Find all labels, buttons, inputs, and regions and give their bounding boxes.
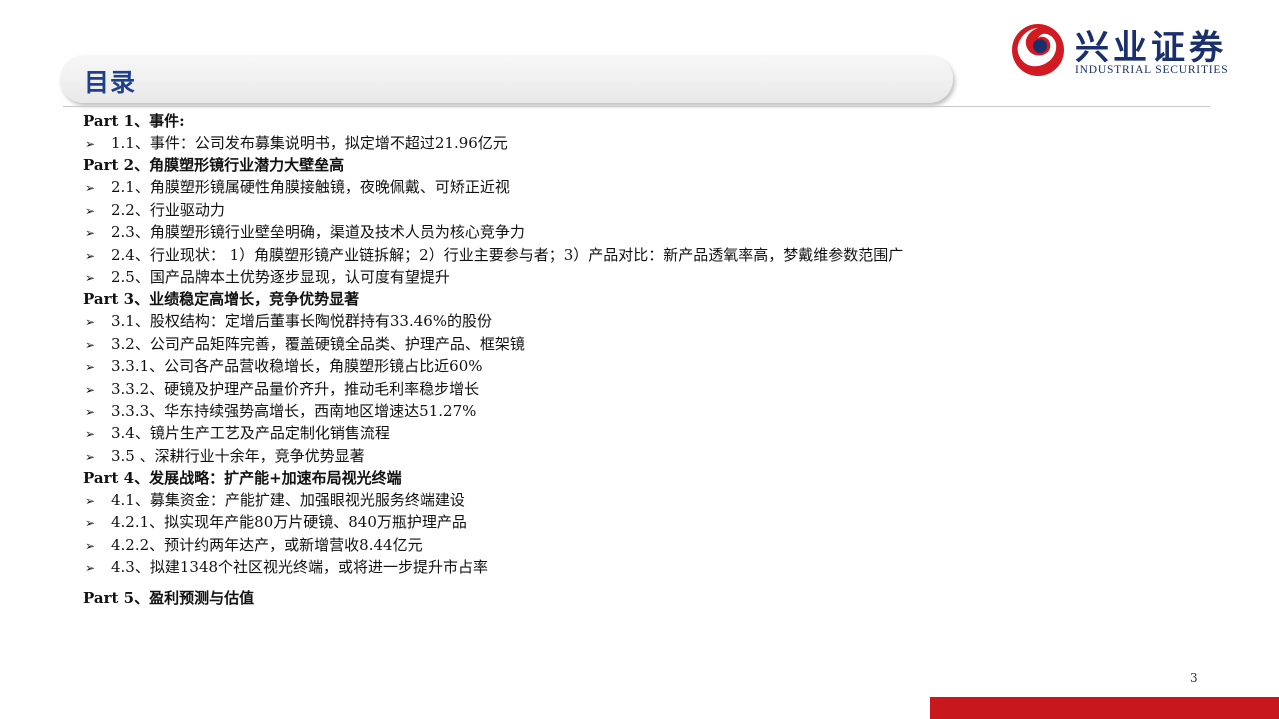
arrow-bullet-icon: ➢ — [85, 203, 96, 218]
arrow-bullet-icon: ➢ — [85, 181, 96, 196]
arrow-bullet-icon: ➢ — [85, 248, 96, 263]
toc-item-2-4[interactable]: ➢ 2.4、行业现状： 1）角膜塑形镜产业链拆解；2）行业主要参与者；3）产品对比… — [83, 244, 1183, 266]
arrow-bullet-icon: ➢ — [85, 561, 96, 576]
toc-item-3-3-3[interactable]: ➢ 3.3.3、华东持续强势高增长，西南地区增速达51.27% — [83, 400, 1183, 422]
toc-item-2-5[interactable]: ➢ 2.5、国产品牌本土优势逐步显现，认可度有望提升 — [83, 266, 1183, 288]
table-of-contents: Part 1、事件: ➢ 1.1、事件：公司发布募集说明书，拟定增不超过21.96… — [83, 110, 1183, 609]
arrow-bullet-icon: ➢ — [85, 337, 96, 352]
toc-item-3-3-1[interactable]: ➢ 3.3.1、公司各产品营收稳增长，角膜塑形镜占比近60% — [83, 355, 1183, 377]
logo-english-name: INDUSTRIAL SECURITIES — [1075, 64, 1229, 76]
toc-item-3-1[interactable]: ➢ 3.1、股权结构：定增后董事长陶悦群持有33.46%的股份 — [83, 310, 1183, 332]
header-divider — [63, 106, 1210, 107]
arrow-bullet-icon: ➢ — [85, 516, 96, 531]
toc-item-2-3[interactable]: ➢ 2.3、角膜塑形镜行业壁垒明确，渠道及技术人员为核心竞争力 — [83, 221, 1183, 243]
toc-item-4-2-1[interactable]: ➢ 4.2.1、拟实现年产能80万片硬镜、840万瓶护理产品 — [83, 511, 1183, 533]
arrow-bullet-icon: ➢ — [85, 427, 96, 442]
page-number: 3 — [1190, 671, 1198, 685]
arrow-bullet-icon: ➢ — [85, 449, 96, 464]
page-title: 目录 — [84, 68, 137, 97]
toc-item-4-1[interactable]: ➢ 4.1、募集资金：产能扩建、加强眼视光服务终端建设 — [83, 489, 1183, 511]
toc-part-4[interactable]: Part 4、发展战略：扩产能+加速布局视光终端 — [83, 467, 1183, 489]
toc-part-3[interactable]: Part 3、业绩稳定高增长，竞争优势显著 — [83, 288, 1183, 310]
toc-item-4-2-2[interactable]: ➢ 4.2.2、预计约两年达产，或新增营收8.44亿元 — [83, 534, 1183, 556]
arrow-bullet-icon: ➢ — [85, 360, 96, 375]
toc-item-3-2[interactable]: ➢ 3.2、公司产品矩阵完善，覆盖硬镜全品类、护理产品、框架镜 — [83, 333, 1183, 355]
toc-item-4-3[interactable]: ➢ 4.3、拟建1348个社区视光终端，或将进一步提升市占率 — [83, 556, 1183, 578]
toc-item-3-5[interactable]: ➢ 3.5 、深耕行业十余年，竞争优势显著 — [83, 445, 1183, 467]
arrow-bullet-icon: ➢ — [85, 382, 96, 397]
toc-part-5[interactable]: Part 5、盈利预测与估值 — [83, 587, 1183, 609]
arrow-bullet-icon: ➢ — [85, 538, 96, 553]
toc-part-2[interactable]: Part 2、角膜塑形镜行业潜力大壁垒高 — [83, 154, 1183, 176]
toc-item-2-2[interactable]: ➢ 2.2、行业驱动力 — [83, 199, 1183, 221]
toc-item-3-3-2[interactable]: ➢ 3.3.2、硬镜及护理产品量价齐升，推动毛利率稳步增长 — [83, 378, 1183, 400]
arrow-bullet-icon: ➢ — [85, 404, 96, 419]
toc-part-1[interactable]: Part 1、事件: — [83, 110, 1183, 132]
toc-item-3-4[interactable]: ➢ 3.4、镜片生产工艺及产品定制化销售流程 — [83, 422, 1183, 444]
title-bar: 目录 — [60, 55, 953, 103]
arrow-bullet-icon: ➢ — [85, 270, 96, 285]
arrow-bullet-icon: ➢ — [85, 494, 96, 509]
company-logo: 兴业证券 INDUSTRIAL SECURITIES — [1010, 20, 1265, 78]
toc-item-1-1[interactable]: ➢ 1.1、事件：公司发布募集说明书，拟定增不超过21.96亿元 — [83, 132, 1183, 154]
logo-mark-icon — [1012, 24, 1064, 76]
footer-accent-bar — [930, 697, 1279, 719]
toc-item-2-1[interactable]: ➢ 2.1、角膜塑形镜属硬性角膜接触镜，夜晚佩戴、可矫正近视 — [83, 176, 1183, 198]
arrow-bullet-icon: ➢ — [85, 137, 96, 151]
arrow-bullet-icon: ➢ — [85, 226, 96, 241]
logo-chinese-name: 兴业证券 — [1075, 28, 1227, 68]
arrow-bullet-icon: ➢ — [85, 315, 96, 330]
